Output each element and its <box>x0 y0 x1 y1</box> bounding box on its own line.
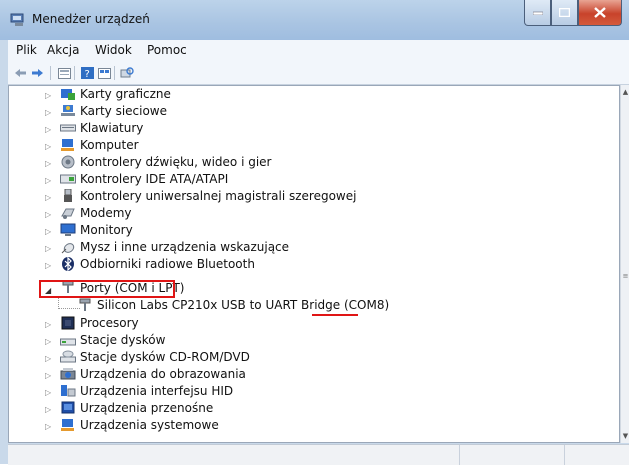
tree-item-label: Silicon Labs CP210x USB to UART Bridge (… <box>97 298 390 312</box>
portable-device-icon <box>61 401 75 414</box>
menu-widok[interactable]: Widok <box>95 43 132 57</box>
expand-arrow-icon[interactable]: ▷ <box>45 405 53 415</box>
expand-arrow-icon[interactable]: ▷ <box>45 422 53 432</box>
cdrom-icon <box>60 350 76 363</box>
expand-arrow-icon[interactable]: ▷ <box>45 142 53 152</box>
mouse-icon <box>61 243 75 254</box>
maximize-icon <box>559 8 570 17</box>
expand-arrow-icon[interactable]: ▷ <box>45 337 53 347</box>
tree-item-label: Procesory <box>80 316 139 330</box>
highlight-underline <box>312 314 358 316</box>
expand-arrow-icon[interactable]: ▷ <box>45 176 53 186</box>
title-bar[interactable]: Menedżer urządzeń <box>0 0 629 40</box>
toolbar-separator <box>114 66 115 80</box>
maximize-button[interactable] <box>551 0 578 26</box>
tree-item-label: Urządzenia interfejsu HID <box>80 384 234 398</box>
imaging-icon <box>60 368 76 380</box>
close-icon <box>594 7 606 18</box>
device-manager-app-icon <box>10 13 24 26</box>
menu-pomoc[interactable]: Pomoc <box>147 43 187 57</box>
expand-arrow-icon[interactable]: ▷ <box>45 91 53 101</box>
expand-arrow-icon[interactable]: ▷ <box>45 125 53 135</box>
device-manager-window: Menedżer urządzeń Plik Akcja Widok Pomoc… <box>0 0 629 465</box>
toolbar: ? <box>8 62 629 85</box>
processor-icon <box>61 316 75 330</box>
tree-item-label: Mysz i inne urządzenia wskazujące <box>80 240 290 254</box>
highlight-box <box>39 280 175 298</box>
network-adapter-icon <box>61 105 75 116</box>
monitor-icon <box>60 223 76 236</box>
back-arrow-icon[interactable] <box>14 66 28 80</box>
port-icon <box>79 298 91 311</box>
status-divider <box>564 445 565 465</box>
vertical-scrollbar[interactable]: ▲ ≡ ▼ <box>620 85 629 443</box>
tree-item-label: Odbiorniki radiowe Bluetooth <box>80 257 255 271</box>
usb-icon <box>64 189 72 202</box>
expand-arrow-icon[interactable]: ▷ <box>45 388 53 398</box>
tree-item-label: Monitory <box>80 223 133 237</box>
tree-item-label: Klawiatury <box>80 121 144 135</box>
tree-item-label: Karty sieciowe <box>80 104 168 118</box>
tree-item-label: Kontrolery IDE ATA/ATAPI <box>80 172 229 186</box>
expand-arrow-icon[interactable]: ▷ <box>45 210 53 220</box>
tree-item-label: Urządzenia przenośne <box>80 401 214 415</box>
tree-item-label: Kontrolery dźwięku, wideo i gier <box>80 155 272 169</box>
scan-hardware-icon[interactable] <box>120 66 134 80</box>
expand-arrow-icon[interactable]: ▷ <box>45 193 53 203</box>
tree-item-label: Urządzenia do obrazowania <box>80 367 246 381</box>
tree-item-label: Karty graficzne <box>80 87 171 101</box>
keyboard-icon <box>60 124 76 132</box>
toolbar-separator <box>74 66 75 80</box>
expand-arrow-icon[interactable]: ▷ <box>45 261 53 271</box>
close-button[interactable] <box>578 0 622 26</box>
sound-icon <box>61 155 75 169</box>
disk-drive-icon <box>60 338 76 346</box>
toolbar-separator <box>50 66 51 80</box>
expand-arrow-icon[interactable]: ▷ <box>45 159 53 169</box>
system-device-icon <box>61 419 74 431</box>
expand-arrow-icon[interactable]: ▷ <box>45 320 53 330</box>
hid-icon <box>61 385 76 397</box>
display-adapter-icon <box>61 89 75 100</box>
computer-icon <box>61 139 74 151</box>
minimize-icon <box>532 11 543 15</box>
tree-item-label: Modemy <box>80 206 132 220</box>
tree-item-label: Urządzenia systemowe <box>80 418 219 432</box>
minimize-button[interactable] <box>524 0 551 26</box>
scroll-grip-icon[interactable]: ≡ <box>622 273 629 280</box>
ide-controller-icon <box>60 174 76 184</box>
scroll-up-icon[interactable]: ▲ <box>621 87 629 97</box>
tree-item-label: Stacje dysków <box>80 333 166 347</box>
scroll-down-icon[interactable]: ▼ <box>621 431 629 441</box>
menu-bar: Plik Akcja Widok Pomoc <box>8 40 629 63</box>
expand-arrow-icon[interactable]: ▷ <box>45 371 53 381</box>
menu-akcja[interactable]: Akcja <box>47 43 79 57</box>
modem-icon <box>61 208 75 219</box>
device-view-icon[interactable] <box>97 66 111 80</box>
menu-plik[interactable]: Plik <box>16 43 37 57</box>
status-bar <box>8 444 629 465</box>
help-icon[interactable]: ? <box>80 66 94 80</box>
window-title: Menedżer urządzeń <box>32 12 150 26</box>
expand-arrow-icon[interactable]: ▷ <box>45 108 53 118</box>
tree-item-label: Kontrolery uniwersalnej magistrali szere… <box>80 189 357 203</box>
tree-item-label: Komputer <box>80 138 139 152</box>
svg-text:?: ? <box>84 69 89 79</box>
expand-arrow-icon[interactable]: ▷ <box>45 227 53 237</box>
tree-item-label: Stacje dysków CD-ROM/DVD <box>80 350 250 364</box>
forward-arrow-icon[interactable] <box>30 66 44 80</box>
bluetooth-icon <box>62 257 74 271</box>
properties-icon[interactable] <box>57 66 71 80</box>
expand-arrow-icon[interactable]: ▷ <box>45 244 53 254</box>
expand-arrow-icon[interactable]: ▷ <box>45 354 53 364</box>
status-divider <box>459 445 460 465</box>
